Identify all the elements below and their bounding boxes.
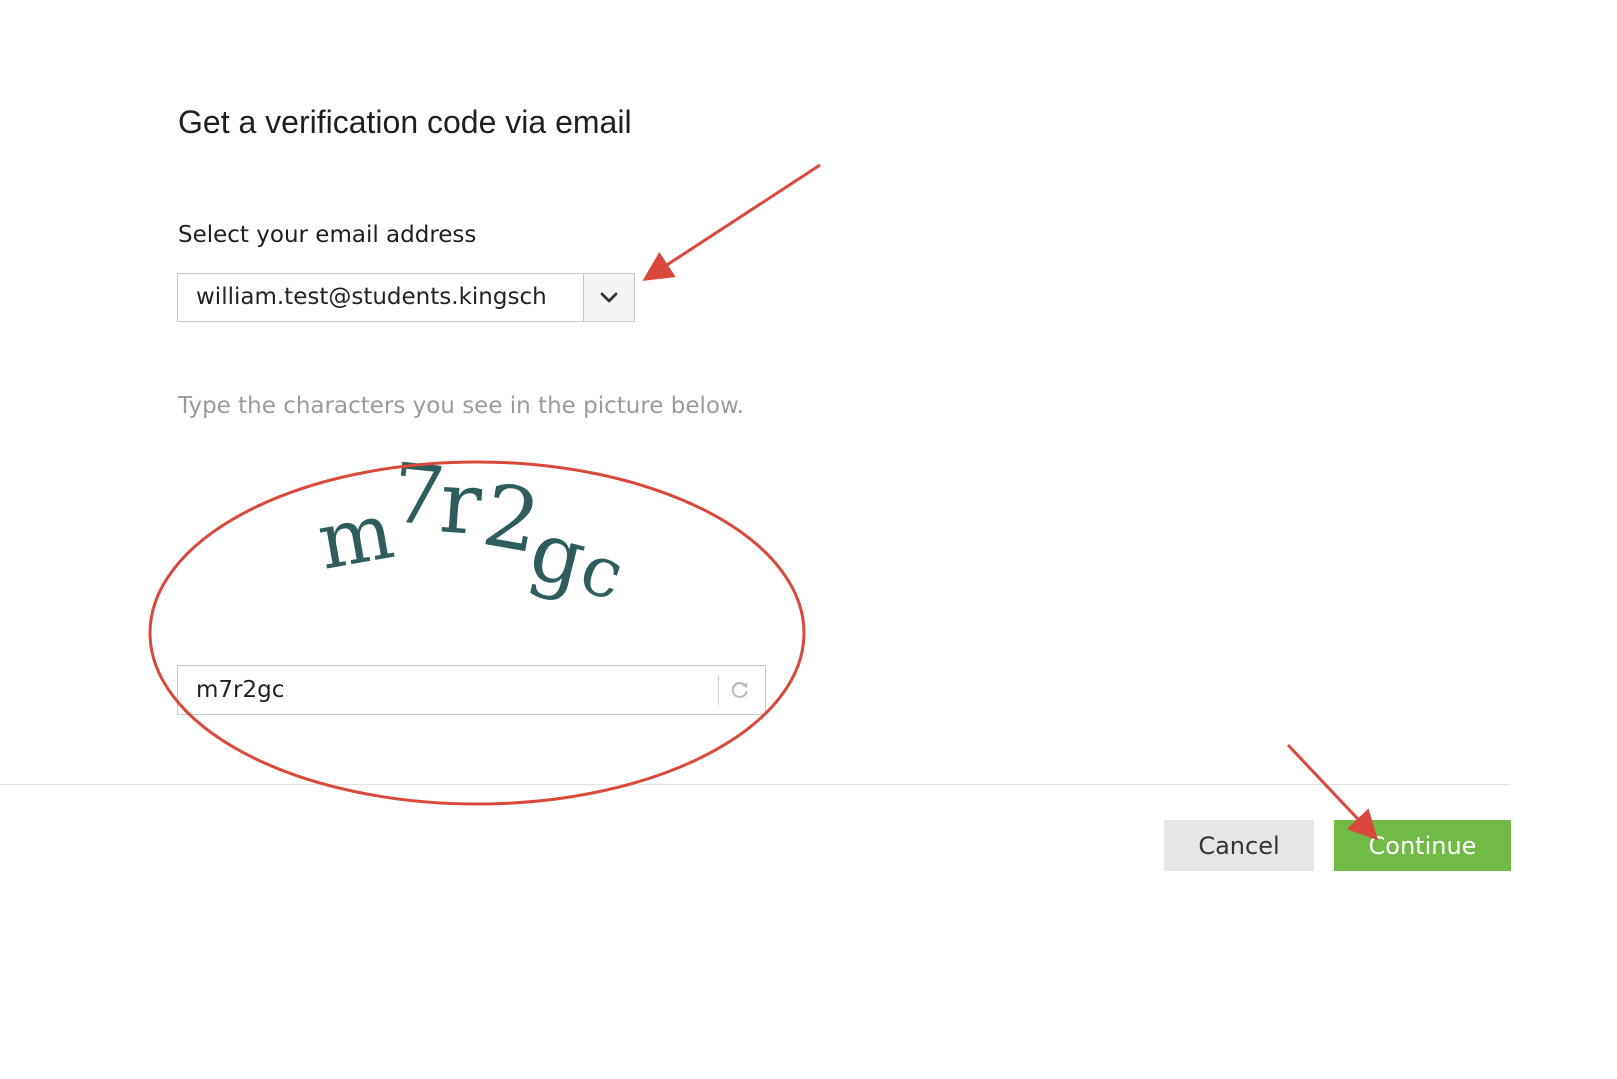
annotation-overlay bbox=[148, 163, 1379, 841]
captcha-char: r bbox=[437, 455, 486, 555]
refresh-icon bbox=[731, 681, 748, 699]
captcha-refresh-button[interactable] bbox=[718, 675, 761, 705]
footer-divider bbox=[0, 784, 1510, 785]
email-select[interactable]: william.test@students.kingsch bbox=[177, 273, 635, 322]
dropdown-toggle-button[interactable] bbox=[583, 274, 634, 321]
chevron-down-icon bbox=[600, 292, 618, 302]
cancel-button[interactable]: Cancel bbox=[1164, 820, 1314, 871]
continue-button[interactable]: Continue bbox=[1334, 820, 1511, 871]
annotation-arrow-email bbox=[642, 163, 821, 281]
page-title: Get a verification code via email bbox=[178, 104, 632, 140]
captcha-instruction: Type the characters you see in the pictu… bbox=[178, 393, 744, 419]
captcha-input-value: m7r2gc bbox=[196, 677, 285, 703]
email-select-value: william.test@students.kingsch bbox=[196, 284, 547, 310]
captcha-image: m 7 r 2 g c bbox=[312, 455, 634, 617]
captcha-input[interactable]: m7r2gc bbox=[177, 665, 766, 715]
email-label: Select your email address bbox=[178, 222, 477, 248]
